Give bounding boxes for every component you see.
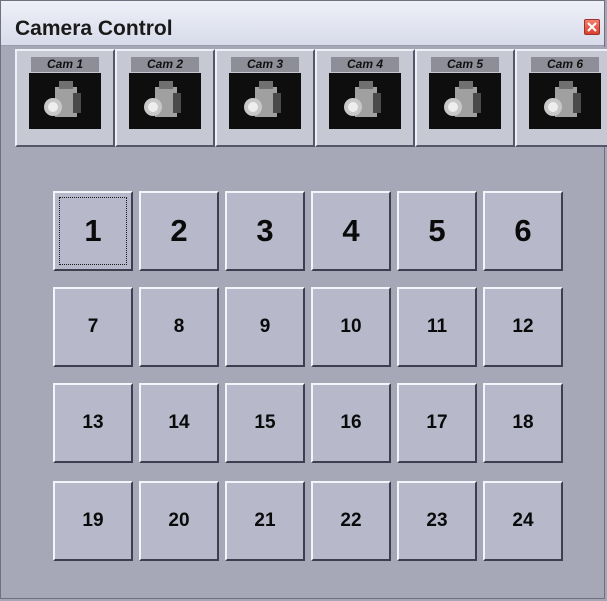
preset-number: 21	[254, 510, 276, 531]
camera-label: Cam 3	[231, 57, 299, 72]
preset-number: 1	[84, 213, 102, 248]
preset-button-18[interactable]: 18	[483, 383, 563, 463]
camera-label: Cam 4	[331, 57, 399, 72]
preset-button-22[interactable]: 22	[311, 481, 391, 561]
preset-number: 10	[340, 316, 362, 337]
preset-button-20[interactable]: 20	[139, 481, 219, 561]
camera-button-3[interactable]: Cam 3	[215, 49, 315, 147]
preset-number: 18	[512, 412, 534, 433]
preset-button-21[interactable]: 21	[225, 481, 305, 561]
camera-label: Cam 6	[531, 57, 599, 72]
preset-button-11[interactable]: 11	[397, 287, 477, 367]
preset-button-12[interactable]: 12	[483, 287, 563, 367]
preset-button-24[interactable]: 24	[483, 481, 563, 561]
window-title: Camera Control	[15, 17, 173, 40]
preset-number: 19	[82, 510, 104, 531]
preset-number: 15	[254, 412, 276, 433]
camera-strip: Cam 1 Cam 2 Cam 3 Cam 4 Cam 5 Cam 6	[15, 47, 607, 147]
preset-button-7[interactable]: 7	[53, 287, 133, 367]
preset-number: 20	[168, 510, 190, 531]
preset-button-1[interactable]: 1	[53, 191, 133, 271]
preset-button-15[interactable]: 15	[225, 383, 305, 463]
preset-number: 7	[87, 316, 99, 337]
preset-number: 4	[342, 213, 360, 248]
preset-button-3[interactable]: 3	[225, 191, 305, 271]
title-bar[interactable]: Camera Control	[1, 1, 604, 46]
preset-button-9[interactable]: 9	[225, 287, 305, 367]
camera-button-4[interactable]: Cam 4	[315, 49, 415, 147]
preset-number: 9	[259, 316, 271, 337]
preset-button-19[interactable]: 19	[53, 481, 133, 561]
preset-button-5[interactable]: 5	[397, 191, 477, 271]
preset-number: 16	[340, 412, 362, 433]
preset-number: 23	[426, 510, 448, 531]
preset-number: 12	[512, 316, 534, 337]
preset-number: 3	[256, 213, 274, 248]
preset-number: 13	[82, 412, 104, 433]
camera-icon	[129, 73, 201, 129]
preset-number: 22	[340, 510, 362, 531]
preset-button-16[interactable]: 16	[311, 383, 391, 463]
preset-button-8[interactable]: 8	[139, 287, 219, 367]
camera-icon	[229, 73, 301, 129]
camera-label: Cam 5	[431, 57, 499, 72]
preset-number: 11	[426, 316, 448, 337]
camera-button-2[interactable]: Cam 2	[115, 49, 215, 147]
preset-number: 17	[426, 412, 448, 433]
preset-number: 2	[170, 213, 188, 248]
preset-button-4[interactable]: 4	[311, 191, 391, 271]
camera-icon	[29, 73, 101, 129]
camera-control-window: Camera Control Cam 1 Cam 2 Cam 3 Cam 4 C…	[0, 0, 607, 599]
preset-button-2[interactable]: 2	[139, 191, 219, 271]
camera-button-5[interactable]: Cam 5	[415, 49, 515, 147]
preset-button-6[interactable]: 6	[483, 191, 563, 271]
preset-number: 14	[168, 412, 190, 433]
preset-button-13[interactable]: 13	[53, 383, 133, 463]
preset-button-17[interactable]: 17	[397, 383, 477, 463]
preset-button-10[interactable]: 10	[311, 287, 391, 367]
preset-number: 8	[173, 316, 185, 337]
preset-number: 5	[428, 213, 446, 248]
camera-icon	[529, 73, 601, 129]
camera-label: Cam 2	[131, 57, 199, 72]
camera-icon	[429, 73, 501, 129]
camera-button-6[interactable]: Cam 6	[515, 49, 607, 147]
camera-icon	[329, 73, 401, 129]
camera-button-1[interactable]: Cam 1	[15, 49, 115, 147]
preset-button-23[interactable]: 23	[397, 481, 477, 561]
close-icon	[587, 22, 597, 32]
camera-label: Cam 1	[31, 57, 99, 72]
preset-number: 6	[514, 213, 532, 248]
close-button[interactable]	[584, 19, 600, 35]
preset-number: 24	[512, 510, 534, 531]
preset-button-14[interactable]: 14	[139, 383, 219, 463]
